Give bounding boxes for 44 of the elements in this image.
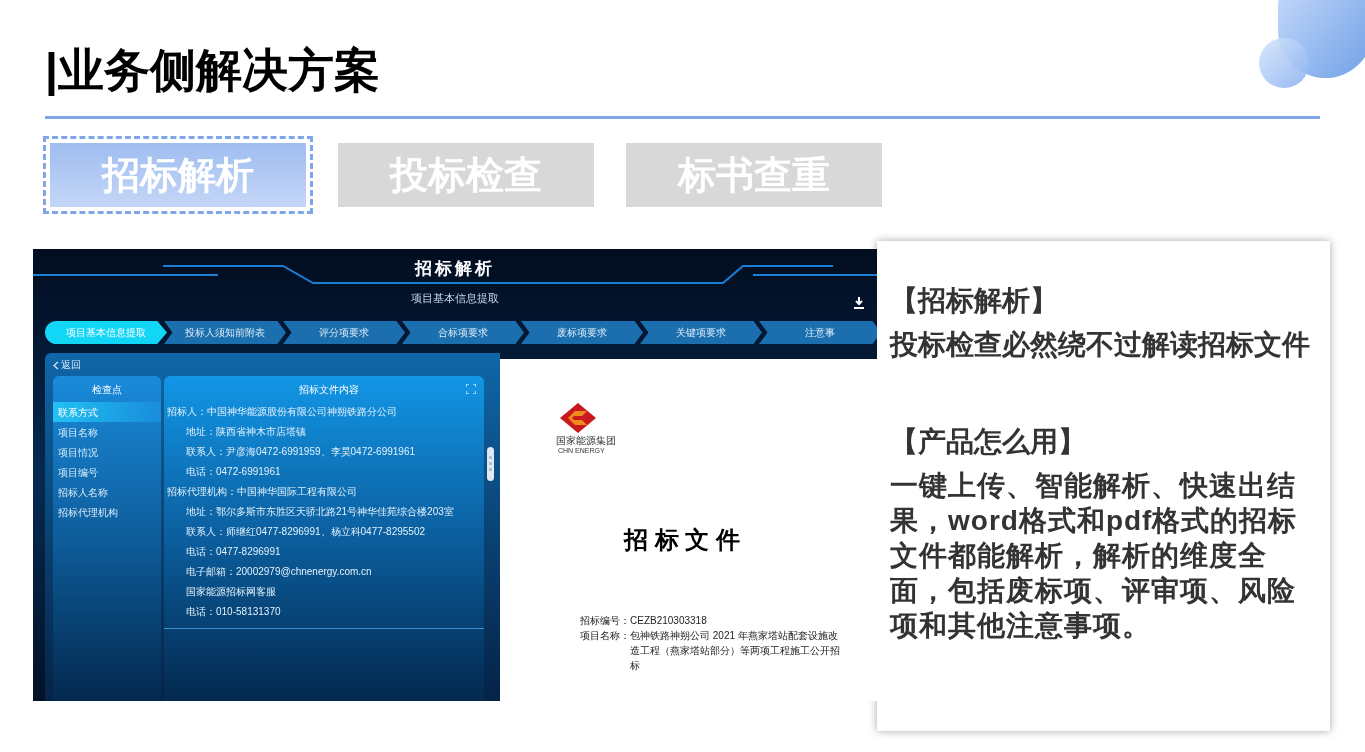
checkpoint-item[interactable]: 招标人名称 [53, 482, 161, 502]
content-line: 国家能源招标网客服 [185, 585, 277, 599]
checkpoint-item[interactable]: 项目情况 [53, 442, 161, 462]
card-text: 一键上传、智能解析、快速出结果，word格式和pdf格式的招标文件都能解析，解析的维度全面，包括废标项、评审项、风险项和其他注意事项。 [890, 469, 1299, 643]
panel-heading: 招标文件内容 [298, 382, 360, 397]
step-tab[interactable]: 注意事 [759, 321, 877, 344]
step-tab[interactable]: 合标项要求 [402, 321, 524, 344]
content-line: 招标人：中国神华能源股份有限公司神朔铁路分公司 [166, 405, 398, 419]
step-tab[interactable]: 关键项要求 [640, 321, 762, 344]
content-line: 电话：0477-8296991 [185, 545, 282, 559]
content-line: 联系人：师继红0477-8296991、杨立科0477-8295502 [185, 525, 426, 539]
content-line: 电话：0472-6991961 [185, 465, 282, 479]
field-label: 项目名称： [580, 629, 630, 643]
content-line: 电话：010-58131370 [185, 605, 282, 619]
app-subtitle: 项目基本信息提取 [411, 291, 499, 305]
slide-title: |业务侧解决方案 [45, 43, 380, 98]
expand-icon[interactable] [466, 384, 476, 394]
chevron-left-icon [53, 360, 59, 370]
checkpoint-item[interactable]: 联系方式 [53, 402, 161, 422]
back-link[interactable]: 返回 [53, 358, 81, 372]
field-value: CEZB210303318 [630, 614, 708, 628]
step-tab[interactable]: 评分项要求 [283, 321, 405, 344]
field-label: 招标编号： [580, 614, 630, 628]
content-line: 招标代理机构：中国神华国际工程有限公司 [166, 485, 358, 499]
document-title: 招 标 文 件 [624, 525, 741, 555]
download-icon[interactable] [853, 297, 865, 309]
content-line: 联系人：尹彦海0472-6991959、李昊0472-6991961 [185, 445, 416, 459]
logo-name: 国家能源集团 [556, 435, 617, 446]
panel-heading: 检查点 [91, 382, 123, 397]
content-line: 地址：陕西省神木市店塔镇 [185, 425, 307, 439]
app-title: 招标解析 [415, 258, 495, 280]
checkpoint-item[interactable]: 项目编号 [53, 462, 161, 482]
content-line: 地址：鄂尔多斯市东胜区天骄北路21号神华佳苑综合楼203室 [185, 505, 455, 519]
card-heading: 【产品怎么用】 [890, 425, 1087, 459]
company-logo-icon [558, 401, 598, 435]
scroll-handle[interactable] [487, 446, 494, 481]
field-value: 包神铁路神朔公司 2021 年燕家塔站配套设施改造工程（燕家塔站部分）等两项工程施工公开招标 [630, 629, 841, 673]
card-text: 投标检查必然绕不过解读招标文件 [890, 328, 1311, 362]
step-tab[interactable]: 投标人须知前附表 [164, 321, 286, 344]
content-line: 电子邮箱：20002979@chnenergy.com.cn [185, 565, 373, 579]
checkpoint-item[interactable]: 招标代理机构 [53, 502, 161, 522]
step-tab[interactable]: 废标项要求 [521, 321, 643, 344]
card-heading: 【招标解析】 [890, 284, 1059, 318]
checkpoint-item[interactable]: 项目名称 [53, 422, 161, 442]
